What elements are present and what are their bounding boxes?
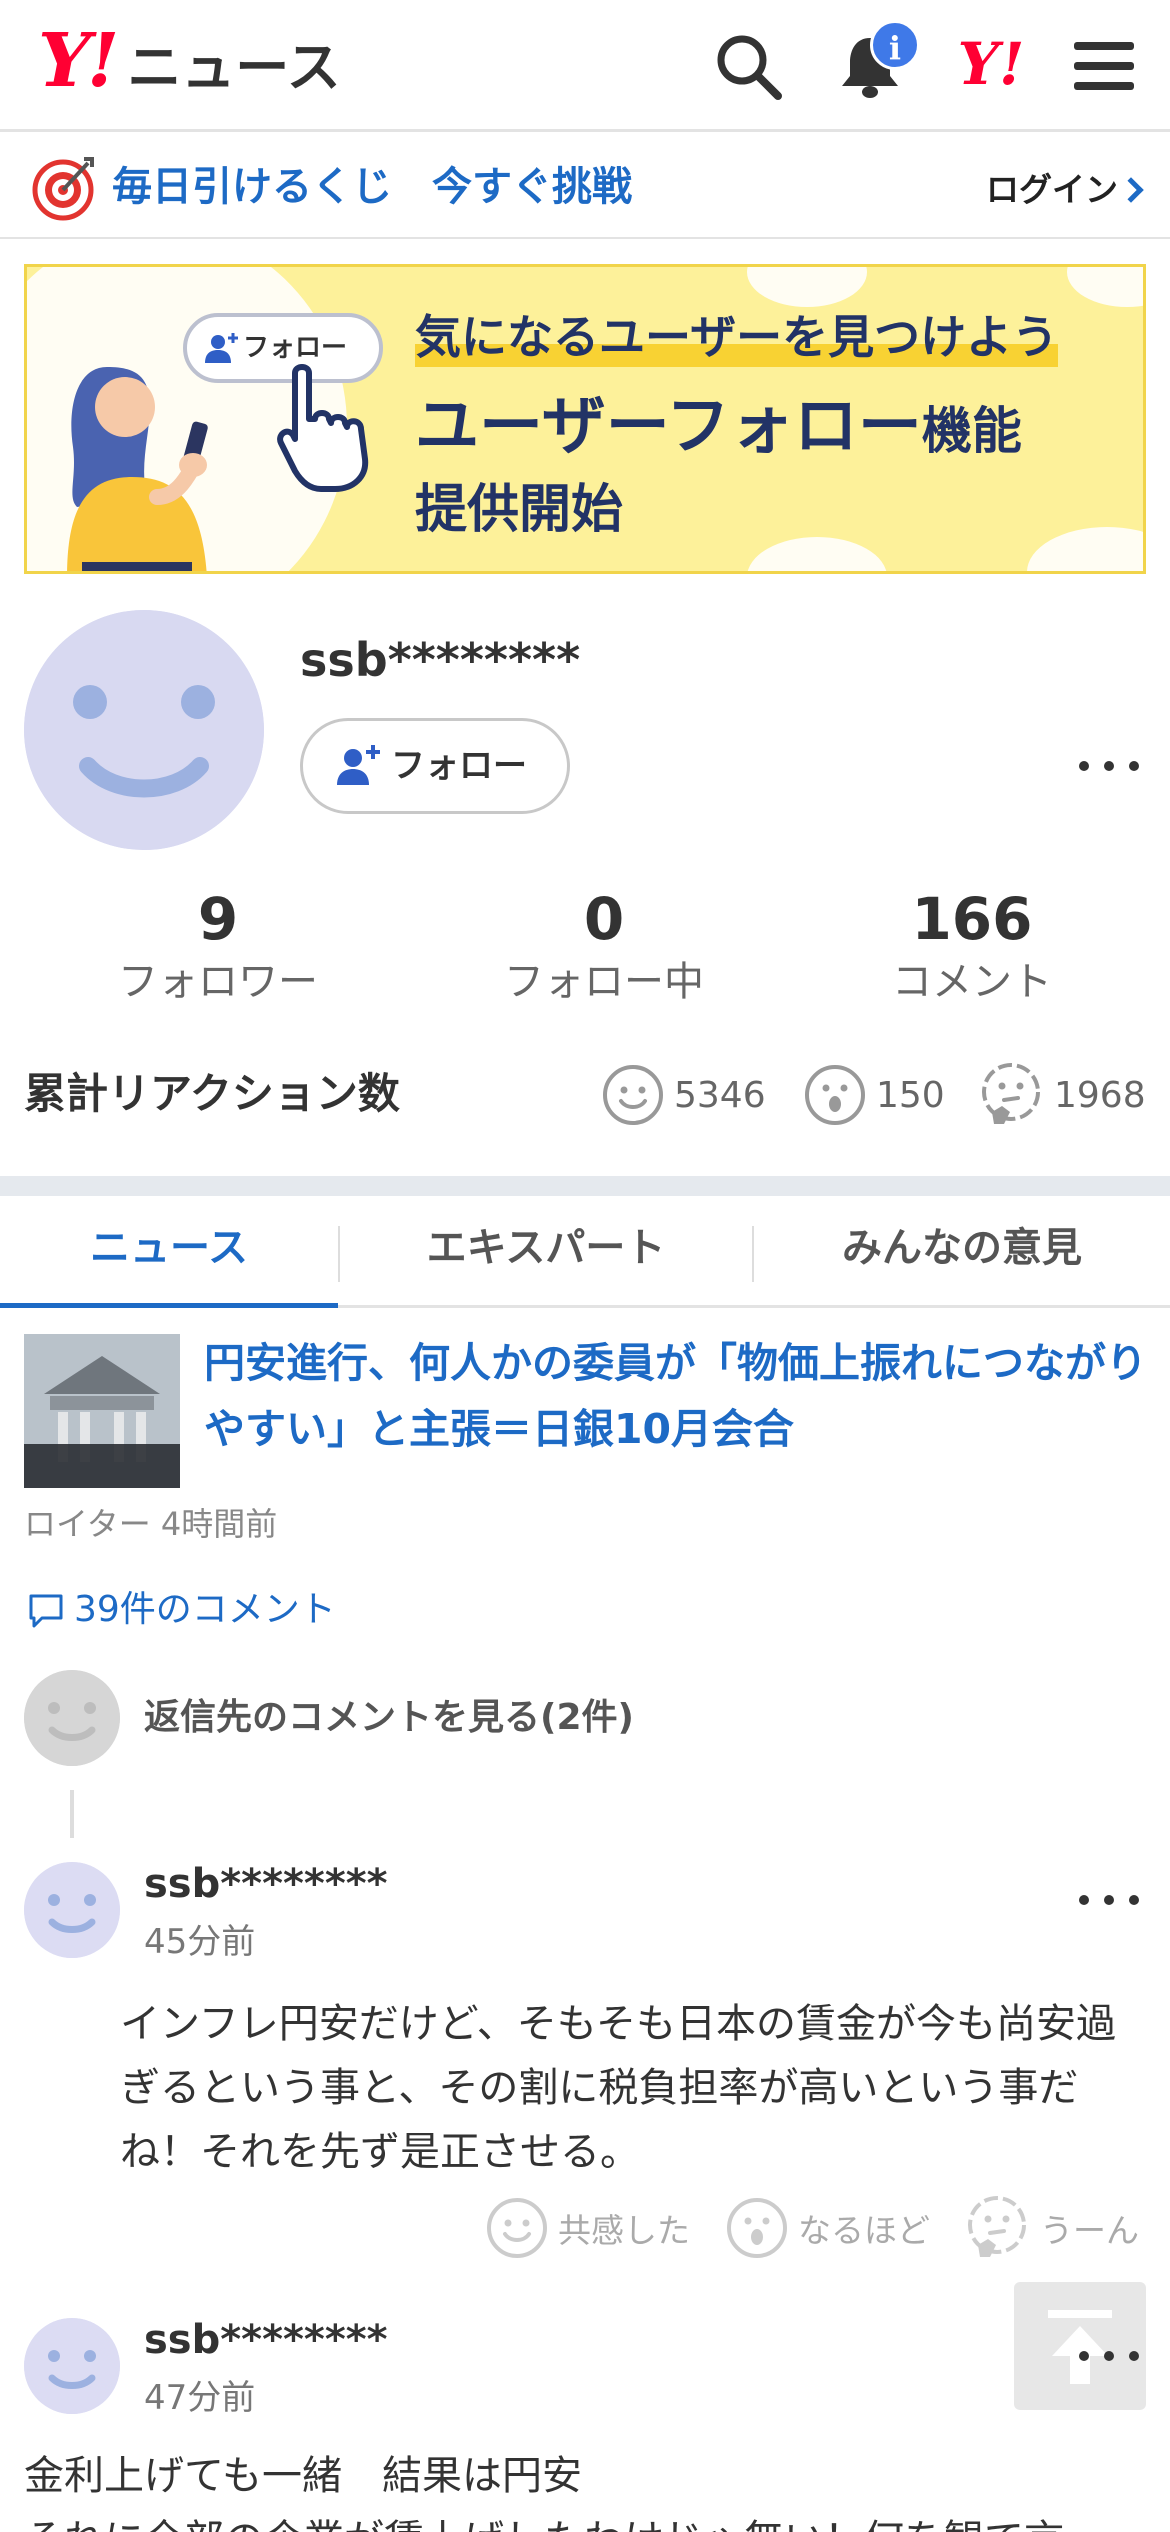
tab-news[interactable]: ニュース <box>0 1196 338 1308</box>
comment-reaction-insight[interactable]: なるほど <box>726 2196 930 2260</box>
comment-time: 45分前 <box>144 1922 256 1962</box>
comment-username[interactable]: ssb******** <box>144 2314 388 2366</box>
reaction-insight: 150 <box>804 1064 945 1126</box>
banner-title: ユーザーフォロー機能 <box>415 387 1022 471</box>
comments-count: 166 <box>911 885 1033 953</box>
add-user-icon <box>337 745 380 785</box>
surprised-face-icon <box>727 2198 787 2258</box>
comment-bubble-icon <box>29 1594 63 1628</box>
article-meta: ロイター 4時間前 <box>24 1505 278 1543</box>
more-options-icon[interactable] <box>1074 2336 1144 2376</box>
banner-decoration <box>1027 527 1143 571</box>
profile-username: ssb******** <box>300 633 581 687</box>
yahoo-news-logo[interactable]: Y! ニュース <box>38 18 341 104</box>
app-header: Y! ニュース i Y! <box>0 0 1170 132</box>
menu-icon[interactable] <box>1068 30 1140 102</box>
lottery-promo-bar[interactable]: 毎日引けるくじ 今すぐ挑戦 ログイン <box>0 135 1170 239</box>
logo-mark: Y! <box>38 18 119 104</box>
comment-avatar <box>24 2318 120 2414</box>
followers-stat[interactable]: 9 フォロワー <box>58 886 378 1010</box>
reaction-hmm: 1968 <box>978 1063 1146 1126</box>
target-icon <box>32 157 94 221</box>
insight-label: なるほど <box>798 2211 930 2250</box>
banner-title-main: ユーザーフォロー <box>415 390 922 464</box>
article-thumbnail[interactable] <box>24 1334 180 1488</box>
comment-avatar <box>24 1862 120 1958</box>
comment-time: 47分前 <box>144 2378 256 2418</box>
banner-title-suffix: 機能 <box>921 402 1022 460</box>
reaction-empathy: 5346 <box>602 1064 766 1126</box>
banner-pill-label: フォロー <box>243 333 348 363</box>
user-avatar <box>24 610 264 850</box>
more-options-icon[interactable] <box>1074 746 1144 786</box>
notification-badge: i <box>870 20 920 70</box>
pointing-hand-icon <box>277 364 369 492</box>
follow-button-label: フォロー <box>391 746 527 786</box>
comments-label: コメント <box>892 959 1052 1005</box>
add-user-icon <box>205 333 238 363</box>
section-divider <box>0 1176 1170 1196</box>
comment-body-line: それに全部の企業が賃上げしたわけじゃ無い！何を観て言 <box>24 2508 1170 2532</box>
more-options-icon[interactable] <box>1074 1880 1144 1920</box>
article-title[interactable]: 円安進行、何人かの委員が「物価上振れにつながりやすい」と主張＝日銀10月会合 <box>204 1330 1148 1462</box>
article-comments-link[interactable]: 39件のコメント <box>26 1586 336 1634</box>
comment-reaction-hmm[interactable]: うーん <box>964 2196 1139 2260</box>
thinking-face-icon <box>968 2196 1026 2257</box>
reply-parent-avatar <box>24 1670 120 1766</box>
tab-opinions[interactable]: みんなの意見 <box>754 1196 1170 1308</box>
following-stat[interactable]: 0 フォロー中 <box>444 886 764 1010</box>
followers-count: 9 <box>197 885 239 953</box>
logo-text: ニュース <box>127 36 341 99</box>
surprised-face-icon <box>805 1065 865 1125</box>
smile-face-icon <box>487 2198 547 2258</box>
banner-headline: 気になるユーザーを見つけよう <box>415 307 1059 367</box>
empathy-count: 5346 <box>674 1074 766 1116</box>
tab-expert[interactable]: エキスパート <box>340 1196 752 1308</box>
chevron-right-icon <box>1118 177 1144 203</box>
comments-stat[interactable]: 166 コメント <box>812 886 1132 1010</box>
smile-face-icon <box>603 1065 663 1125</box>
following-label: フォロー中 <box>504 959 704 1005</box>
content-tabs: ニュース エキスパート みんなの意見 <box>0 1196 1170 1308</box>
search-icon[interactable] <box>712 30 784 102</box>
hmm-count: 1968 <box>1054 1074 1146 1116</box>
comments-link-label: 39件のコメント <box>74 1589 336 1630</box>
reactions-title: 累計リアクション数 <box>24 1069 400 1118</box>
view-reply-parent-link[interactable]: 返信先のコメントを見る(2件) <box>144 1690 634 1746</box>
lottery-text[interactable]: 毎日引けるくじ 今すぐ挑戦 <box>112 157 632 217</box>
empathy-label: 共感した <box>558 2211 690 2250</box>
hmm-label: うーん <box>1040 2211 1139 2250</box>
comment-body-line: 金利上げても一緒 結果は円安 <box>24 2453 582 2499</box>
comment-username[interactable]: ssb******** <box>144 1858 388 1910</box>
banner-decoration <box>747 267 867 307</box>
banner-decoration <box>1067 267 1143 307</box>
comment-body: インフレ円安だけど、そもそも日本の賃金が今も尚安過ぎるという事と、その割に税負担… <box>120 2001 1116 2175</box>
comment-reaction-empathy[interactable]: 共感した <box>486 2196 690 2260</box>
user-follow-banner[interactable]: フォロー 気になるユーザーを見つけよう ユーザーフォロー機能 提供開始 <box>24 264 1146 574</box>
following-count: 0 <box>583 885 625 953</box>
login-label: ログイン <box>986 170 1118 209</box>
banner-decoration <box>747 537 887 571</box>
thread-line <box>70 1790 74 1838</box>
thinking-face-icon <box>982 1063 1040 1124</box>
bank-building-image <box>24 1334 180 1488</box>
insight-count: 150 <box>876 1074 945 1116</box>
yahoo-top-link[interactable]: Y! <box>950 28 1032 100</box>
banner-subtitle: 提供開始 <box>415 480 624 540</box>
follow-button[interactable]: フォロー <box>300 718 570 814</box>
followers-label: フォロワー <box>118 959 318 1005</box>
login-link[interactable]: ログイン <box>986 165 1144 215</box>
